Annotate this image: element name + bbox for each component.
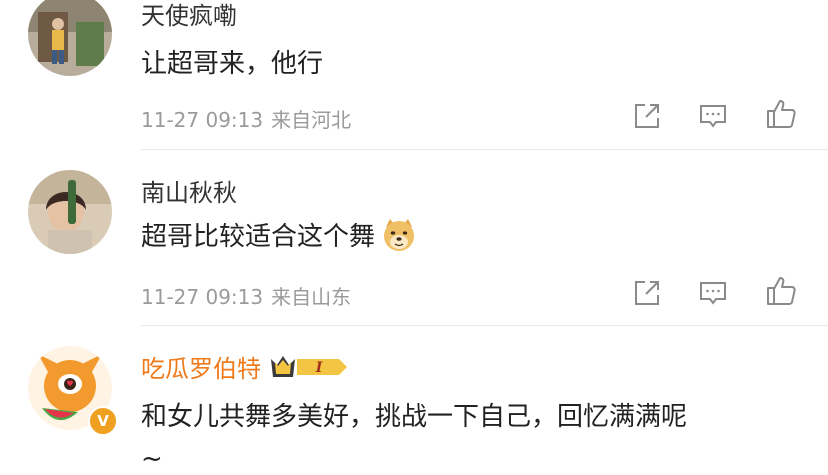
comment-text: 超哥比较适合这个舞	[141, 216, 417, 253]
reply-button[interactable]	[697, 100, 729, 132]
share-icon	[635, 104, 659, 128]
vip-level-text: I	[315, 360, 323, 376]
reply-button[interactable]	[697, 277, 729, 309]
share-button[interactable]	[631, 100, 663, 132]
comment-text: 和女儿共舞多美好，挑战一下自己，回忆满满呢	[141, 402, 688, 432]
username[interactable]: 吃瓜罗伯特 I	[141, 349, 349, 384]
comment-item: 南山秋秋 超哥比较适合这个舞 11-27 09:13 来自山东	[0, 150, 828, 326]
like-icon	[767, 100, 796, 128]
username[interactable]: 天使疯嘞	[141, 0, 237, 31]
vip-level-badge: I	[271, 355, 347, 377]
share-icon	[635, 281, 659, 305]
like-button[interactable]	[765, 275, 797, 307]
location: 来自河北	[271, 108, 352, 132]
verified-badge: V	[88, 406, 118, 436]
avatar[interactable]	[28, 0, 112, 76]
username[interactable]: 南山秋秋	[141, 173, 237, 208]
comment-item: 天使疯嘞 让超哥来，他行 11-27 09:13 来自河北	[0, 0, 828, 150]
comment-text-continued: ~	[141, 444, 163, 474]
timestamp: 11-27 09:13	[141, 108, 264, 132]
location: 来自山东	[271, 285, 352, 309]
timestamp: 11-27 09:13	[141, 285, 264, 309]
comment-meta: 11-27 09:13 来自山东	[141, 281, 351, 310]
comment-icon	[700, 105, 726, 128]
comment-text: 让超哥来，他行	[141, 49, 324, 79]
comment-meta: 11-27 09:13 来自河北	[141, 104, 351, 133]
avatar[interactable]	[28, 170, 112, 254]
like-button[interactable]	[765, 98, 797, 130]
like-icon	[767, 277, 796, 305]
comment-item: V 吃瓜罗伯特 I 和女儿共舞多美好，挑战一下自己，回忆满满呢 ~	[0, 326, 828, 475]
comment-text-content: 超哥比较适合这个舞	[141, 222, 376, 252]
doge-emoji	[384, 218, 415, 251]
share-button[interactable]	[631, 277, 663, 309]
comment-icon	[700, 282, 726, 305]
username-text: 吃瓜罗伯特	[141, 355, 261, 383]
